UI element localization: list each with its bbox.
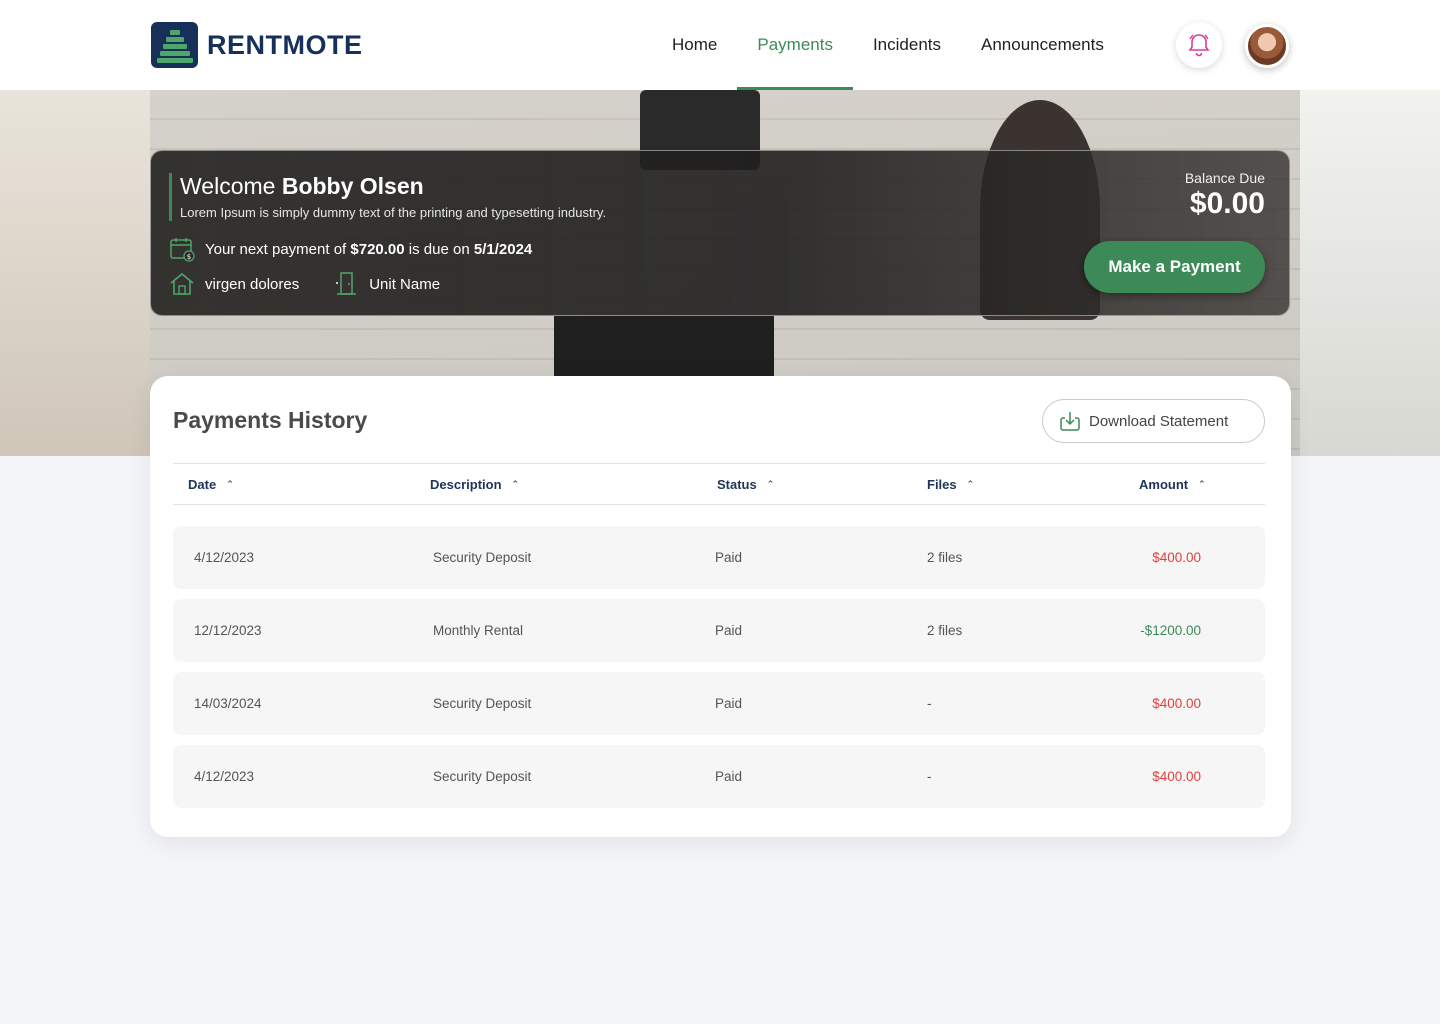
- cell-description: Monthly Rental: [433, 623, 524, 638]
- cell-files: -: [927, 769, 932, 784]
- sort-icon: ⌃: [766, 478, 775, 489]
- cell-status: Paid: [715, 769, 743, 784]
- column-files[interactable]: Files ⌃: [927, 464, 974, 504]
- column-status[interactable]: Status ⌃: [717, 464, 774, 504]
- accent-bar: [169, 173, 172, 221]
- column-label: Status: [717, 476, 757, 492]
- sort-icon: ⌃: [1198, 478, 1206, 489]
- table-row[interactable]: 12/12/2023 Monthly Rental Paid 2 files -…: [173, 599, 1265, 662]
- next-payment-info: $ Your next payment of $720.00 is due on…: [169, 236, 532, 262]
- column-amount[interactable]: Amount ⌃: [1139, 464, 1206, 504]
- cell-amount: $400.00: [1152, 696, 1201, 711]
- cell-status: Paid: [715, 696, 743, 711]
- cell-files: -: [927, 696, 932, 711]
- bell-icon: [1188, 34, 1210, 57]
- cell-date: 4/12/2023: [194, 550, 255, 565]
- cell-description: Security Deposit: [433, 696, 532, 711]
- main-nav: Home Payments Incidents Announcements: [652, 0, 1124, 90]
- top-navigation-bar: RENTMOTE Home Payments Incidents Announc…: [0, 0, 1440, 90]
- cell-date: 12/12/2023: [194, 623, 262, 638]
- svg-text:$: $: [187, 253, 191, 261]
- sort-icon: ⌃: [226, 478, 234, 489]
- cell-files[interactable]: 2 files: [927, 599, 962, 662]
- cell-files[interactable]: 2 files: [927, 526, 962, 589]
- nav-home[interactable]: Home: [652, 0, 737, 90]
- nav-incidents[interactable]: Incidents: [853, 0, 961, 90]
- payment-amount: $720.00: [350, 240, 405, 258]
- unit-name: Unit Name: [369, 275, 441, 293]
- welcome-greeting: Welcome: [180, 173, 276, 199]
- panel-title: Payments History: [173, 407, 368, 433]
- balance-value: $0.00: [1189, 187, 1265, 220]
- logo-icon: [151, 22, 198, 68]
- download-icon: [1060, 412, 1080, 431]
- notifications-button[interactable]: [1176, 22, 1222, 68]
- column-label: Description: [430, 476, 502, 492]
- table-row[interactable]: 4/12/2023 Security Deposit Paid - $400.0…: [173, 745, 1265, 808]
- house-icon: [169, 271, 195, 297]
- column-description[interactable]: Description ⌃: [430, 464, 519, 504]
- payment-due-date: 5/1/2024: [473, 240, 533, 258]
- cell-description: Security Deposit: [433, 769, 532, 784]
- column-date[interactable]: Date ⌃: [188, 464, 234, 504]
- table-header: Date ⌃ Description ⌃ Status ⌃ Files ⌃ Amount…: [173, 463, 1265, 505]
- sort-icon: ⌃: [966, 478, 975, 489]
- balance-label: Balance Due: [1184, 170, 1265, 186]
- payment-prefix: Your next payment of: [205, 240, 347, 258]
- cell-amount: -$1200.00: [1140, 623, 1201, 638]
- calendar-dollar-icon: $: [169, 236, 195, 262]
- download-statement-button[interactable]: Download Statement: [1042, 399, 1265, 443]
- brand-logo[interactable]: RENTMOTE: [151, 22, 363, 68]
- welcome-heading: Welcome Bobby Olsen: [180, 173, 424, 200]
- cell-date: 4/12/2023: [194, 769, 255, 784]
- make-payment-button[interactable]: Make a Payment: [1084, 241, 1265, 293]
- welcome-card: Welcome Bobby Olsen Lorem Ipsum is simpl…: [150, 150, 1290, 316]
- nav-payments[interactable]: Payments: [737, 0, 853, 90]
- payment-mid-text: is due on: [408, 240, 470, 258]
- cell-description: Security Deposit: [433, 550, 532, 565]
- door-icon: [333, 271, 359, 297]
- payments-history-panel: Payments History Download Statement Date…: [150, 376, 1291, 837]
- brand-name: RENTMOTE: [207, 29, 363, 60]
- cell-amount: $400.00: [1152, 769, 1201, 784]
- download-statement-label: Download Statement: [1089, 412, 1229, 430]
- nav-announcements[interactable]: Announcements: [961, 0, 1124, 90]
- property-name: virgen dolores: [205, 275, 300, 293]
- column-label: Amount: [1139, 476, 1189, 492]
- table-row[interactable]: 14/03/2024 Security Deposit Paid - $400.…: [173, 672, 1265, 735]
- column-label: Files: [927, 476, 957, 492]
- cell-date: 14/03/2024: [194, 696, 262, 711]
- column-label: Date: [188, 476, 217, 492]
- welcome-subtitle: Lorem Ipsum is simply dummy text of the …: [180, 205, 607, 220]
- table-row[interactable]: 4/12/2023 Security Deposit Paid 2 files …: [173, 526, 1265, 589]
- sort-icon: ⌃: [511, 478, 520, 489]
- user-avatar[interactable]: [1245, 24, 1289, 68]
- property-info: virgen dolores Unit Name: [169, 271, 440, 297]
- tenant-name: Bobby Olsen: [281, 173, 424, 199]
- cell-status: Paid: [715, 550, 743, 565]
- cell-amount: $400.00: [1152, 550, 1201, 565]
- cell-status: Paid: [715, 623, 743, 638]
